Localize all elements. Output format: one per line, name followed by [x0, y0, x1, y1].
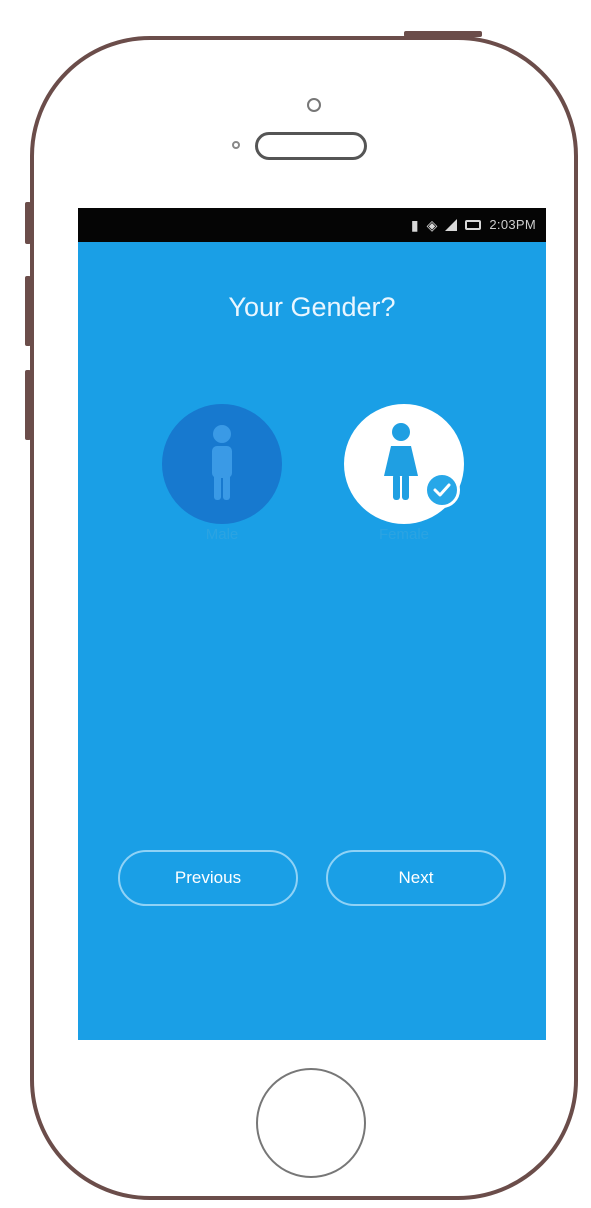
battery-icon: [465, 220, 482, 230]
volume-up-button: [25, 276, 31, 346]
gender-option-male[interactable]: [162, 404, 282, 524]
previous-button[interactable]: Previous: [118, 850, 298, 906]
gender-label-female: Female: [378, 526, 430, 543]
home-button[interactable]: [256, 1068, 366, 1178]
power-button: [404, 31, 482, 37]
mute-switch: [25, 202, 31, 244]
gender-label-male: Male: [205, 526, 239, 543]
volume-down-button: [25, 370, 31, 440]
wifi-icon: ◈: [426, 217, 438, 233]
signal-icon: [445, 219, 458, 231]
status-bar: ▮ ◈ 2:03PM: [78, 208, 546, 242]
notification-icon: ▮: [410, 217, 419, 233]
app-screen: ▮ ◈ 2:03PM Your Gender? Male Female Prev…: [78, 208, 546, 1040]
next-button[interactable]: Next: [326, 850, 506, 906]
status-time: 2:03PM: [489, 217, 536, 232]
selected-check-icon: [424, 472, 460, 508]
page-title: Your Gender?: [228, 292, 396, 322]
proximity-sensor: [232, 141, 240, 149]
front-camera: [307, 98, 321, 112]
earpiece-speaker: [255, 132, 367, 160]
male-person-icon: [212, 425, 232, 500]
